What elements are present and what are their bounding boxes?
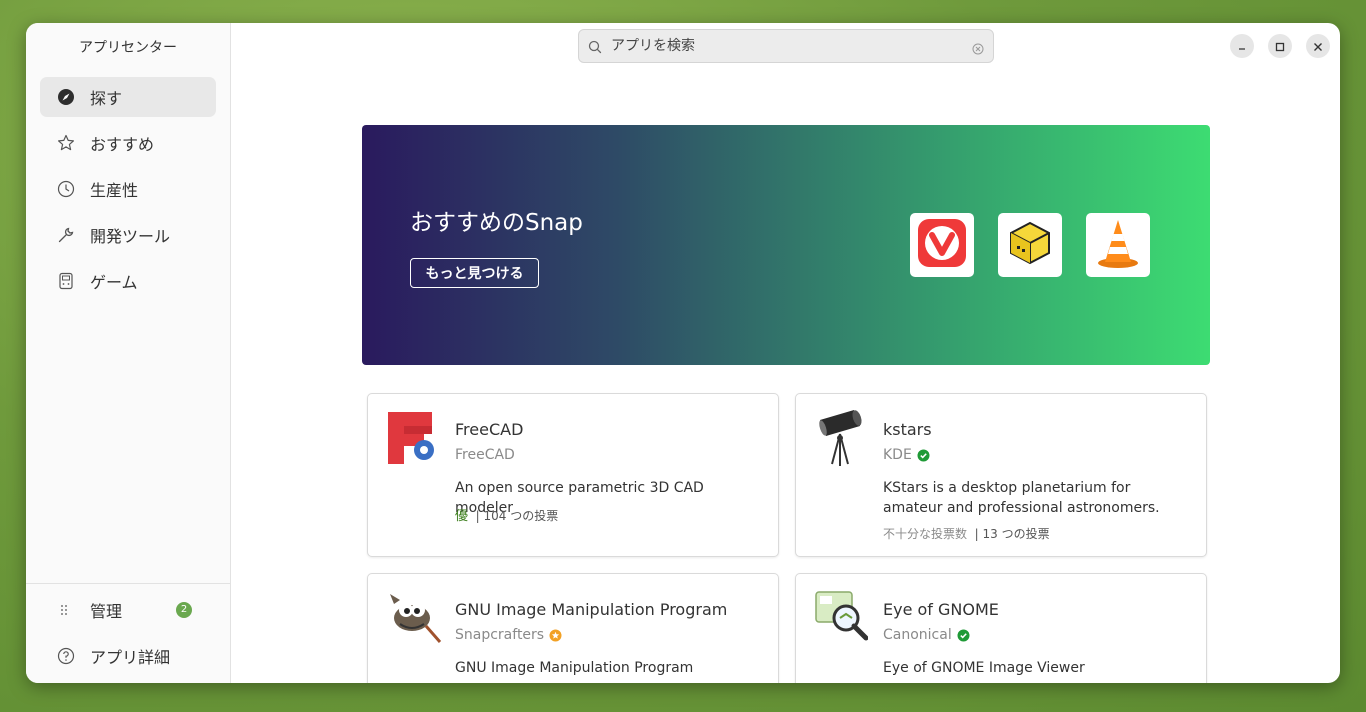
sidebar-bottom: 管理 2 アプリ詳細 (26, 583, 230, 683)
app-card-freecad[interactable]: FreeCAD FreeCAD An open source parametri… (367, 393, 779, 557)
app-card-kstars[interactable]: kstars KDE KStars is a desktop planetari… (795, 393, 1207, 557)
image-viewer-icon (814, 588, 869, 648)
sidebar-item-label: 開発ツール (90, 227, 171, 246)
publisher-name: KDE (883, 447, 912, 463)
app-description: KStars is a desktop planetarium for amat… (883, 480, 1160, 516)
sidebar-item-label: 管理 (90, 602, 123, 621)
app-name: kstars (883, 420, 932, 439)
app-rating: 優 | 104 つの投票 (455, 505, 558, 524)
maximize-icon (1275, 37, 1285, 56)
app-card-eye-of-gnome[interactable]: Eye of GNOME Canonical Eye of GNOME Imag… (795, 573, 1207, 683)
vote-count: | 104 つの投票 (475, 509, 559, 523)
help-icon (56, 646, 76, 666)
publisher-name: Snapcrafters (455, 627, 545, 643)
sidebar-item-dev-tools[interactable]: 開発ツール (40, 215, 216, 255)
sidebar: アプリセンター 探す おすすめ 生産性 開発ツール ゲーム 管理 2 アプリ詳細 (26, 23, 231, 683)
sidebar-item-manage[interactable]: 管理 2 (40, 590, 216, 630)
search-box (578, 29, 994, 63)
sidebar-title: アプリセンター (79, 40, 177, 56)
app-name: FreeCAD (455, 420, 524, 439)
search-icon (588, 39, 602, 58)
maximize-button[interactable] (1268, 34, 1292, 58)
sidebar-item-label: アプリ詳細 (90, 648, 171, 667)
sidebar-item-label: ゲーム (90, 273, 138, 292)
publisher-name: FreeCAD (455, 447, 515, 463)
close-icon (1313, 37, 1323, 56)
banner-app-cube[interactable] (998, 213, 1062, 277)
vote-count: | 13 つの投票 (974, 527, 1050, 541)
sidebar-item-about[interactable]: アプリ詳細 (40, 636, 216, 676)
clear-search-icon[interactable] (972, 40, 984, 59)
app-card-gimp[interactable]: GNU Image Manipulation Program Snapcraft… (367, 573, 779, 683)
sidebar-nav: 探す おすすめ 生産性 開発ツール ゲーム (40, 77, 216, 307)
featured-banner: おすすめのSnap もっと見つける (362, 125, 1210, 365)
discover-more-button[interactable]: もっと見つける (410, 258, 539, 288)
app-name: Eye of GNOME (883, 600, 999, 619)
wrench-icon (56, 225, 76, 245)
verified-icon (917, 449, 930, 461)
gimp-icon (386, 588, 442, 648)
clock-icon (56, 179, 76, 199)
rating-label: 不十分な投票数 (883, 527, 968, 541)
vlc-icon (1094, 217, 1142, 273)
star-icon (56, 133, 76, 153)
sidebar-item-games[interactable]: ゲーム (40, 261, 216, 301)
app-name: GNU Image Manipulation Program (455, 600, 728, 619)
updates-badge: 2 (176, 602, 192, 618)
star-developer-icon (549, 629, 562, 641)
sidebar-item-label: 探す (90, 89, 123, 108)
publisher-name: Canonical (883, 627, 952, 643)
freecad-icon (386, 408, 438, 468)
app-publisher: FreeCAD (455, 447, 515, 463)
sidebar-item-recommended[interactable]: おすすめ (40, 123, 216, 163)
verified-icon (957, 629, 970, 641)
close-button[interactable] (1306, 34, 1330, 58)
app-publisher: Canonical (883, 627, 970, 643)
cube-icon (1006, 219, 1054, 271)
rating-label: 優 (455, 509, 469, 524)
compass-icon (56, 87, 76, 107)
vivaldi-icon (917, 218, 967, 272)
app-rating: 不十分な投票数 | 13 つの投票 (883, 525, 1050, 542)
app-center-window: アプリセンター 探す おすすめ 生産性 開発ツール ゲーム 管理 2 アプリ詳細… (26, 23, 1340, 683)
sidebar-item-explore[interactable]: 探す (40, 77, 216, 117)
telescope-icon (814, 408, 866, 468)
app-publisher: KDE (883, 447, 930, 463)
grid-dots-icon (56, 600, 76, 620)
minimize-button[interactable] (1230, 34, 1254, 58)
app-publisher: Snapcrafters (455, 627, 562, 643)
banner-app-vivaldi[interactable] (910, 213, 974, 277)
gamepad-icon (56, 271, 76, 291)
app-description: Eye of GNOME Image Viewer (883, 660, 1085, 676)
search-input[interactable] (611, 30, 961, 62)
sidebar-item-productivity[interactable]: 生産性 (40, 169, 216, 209)
minimize-icon (1237, 37, 1247, 56)
banner-app-vlc[interactable] (1086, 213, 1150, 277)
sidebar-item-label: 生産性 (90, 181, 139, 200)
banner-title: おすすめのSnap (410, 210, 583, 236)
app-description: GNU Image Manipulation Program (455, 660, 694, 676)
sidebar-item-label: おすすめ (90, 135, 155, 154)
